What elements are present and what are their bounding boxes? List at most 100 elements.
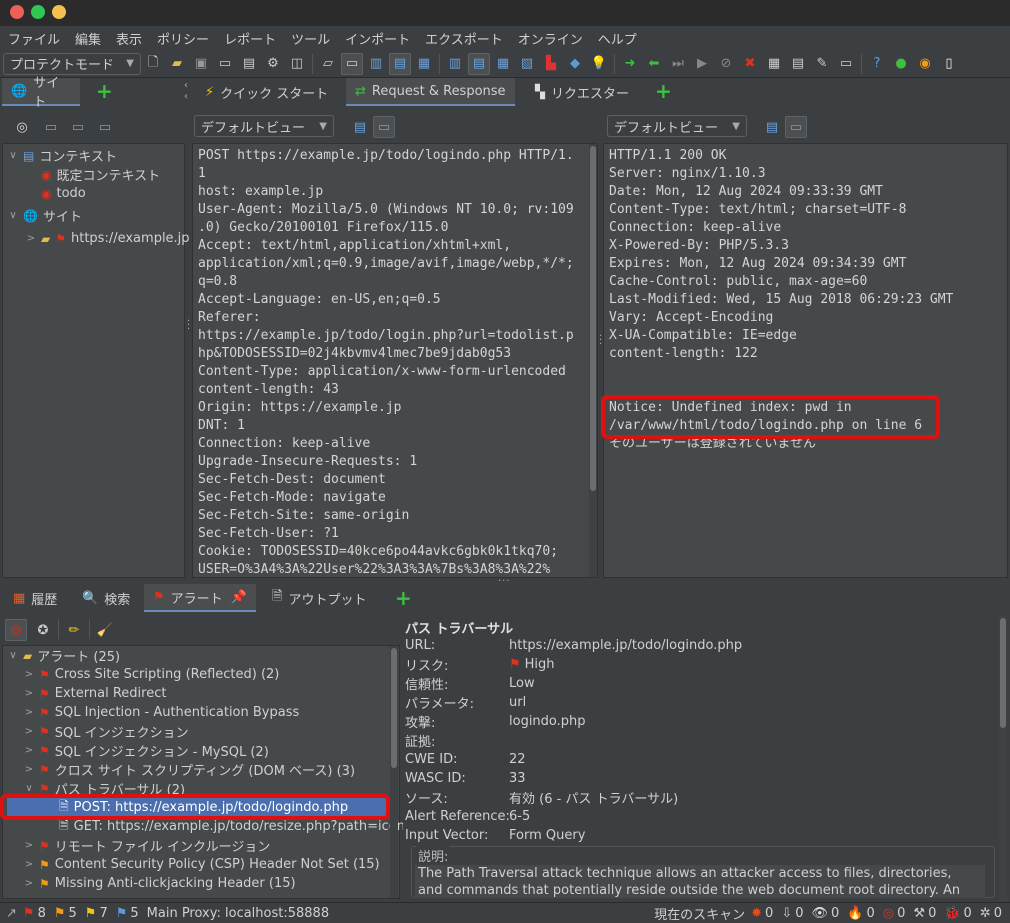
status-fuzzer[interactable]: 🔥 0 — [847, 906, 874, 921]
lightbulb-icon[interactable]: 💡 — [588, 53, 610, 75]
alerts-scroll-thumb[interactable] — [391, 648, 397, 768]
tab-history[interactable]: ▦ 履歴 — [4, 584, 66, 612]
view-tabs-icon[interactable]: ▥ — [444, 53, 466, 75]
status-active-scan[interactable]: ✹ 0 — [751, 906, 773, 921]
request-view-select[interactable]: デフォルトビュー ▼ — [194, 115, 334, 137]
menu-online[interactable]: オンライン — [518, 29, 583, 48]
alert-item-path-traversal[interactable]: ∨ ⚑ パス トラバーサル (2) — [23, 779, 185, 799]
alert-item[interactable]: > ⚑ SQL Injection - Authentication Bypass — [23, 703, 299, 722]
alerts-scrollbar[interactable] — [390, 646, 398, 898]
continue-icon[interactable]: ▶ — [691, 53, 713, 75]
globe-icon[interactable]: ● — [890, 53, 912, 75]
alert-item[interactable]: > ⚑ Cross Site Scripting (Reflected) (2) — [23, 665, 280, 684]
scope-icon[interactable]: ▙ — [540, 53, 562, 75]
new-session-icon[interactable]: 🗋 — [142, 53, 164, 75]
zoom-window-button[interactable] — [31, 5, 45, 19]
delete-alerts-icon[interactable]: 🧹 — [94, 619, 116, 641]
layout-icon[interactable]: ◫ — [286, 53, 308, 75]
status-bug[interactable]: 🐞 0 — [944, 906, 971, 921]
tab-quick-start[interactable]: ⚡ クイック スタート — [196, 78, 337, 106]
menu-import[interactable]: インポート — [345, 29, 410, 48]
status-medium-alerts[interactable]: ⚑ 5 — [54, 906, 77, 921]
tabs-layout-icon[interactable]: ▦ — [413, 53, 435, 75]
break-back-icon[interactable]: ⬅ — [643, 53, 665, 75]
drop-icon[interactable]: ⊘ — [715, 53, 737, 75]
alert-instance-get[interactable]: 🗎 GET: https://example.jp/todo/resize.php… — [59, 817, 405, 836]
splitter-handle-icon[interactable]: · · · — [599, 332, 602, 350]
menu-edit[interactable]: 編集 — [75, 29, 101, 48]
menu-file[interactable]: ファイル — [8, 29, 60, 48]
view-rows-icon[interactable]: ▧ — [516, 53, 538, 75]
remove-breakpoints-icon[interactable]: ✖ — [739, 53, 761, 75]
menu-export[interactable]: エクスポート — [425, 29, 503, 48]
edit-alert-icon[interactable]: ✏ — [63, 619, 85, 641]
expand-sites-icon[interactable]: ▱ — [317, 53, 339, 75]
notes-icon[interactable]: ▯ — [938, 53, 960, 75]
minimize-window-button[interactable] — [52, 5, 66, 19]
gear-icon[interactable]: ⚙ — [262, 53, 284, 75]
tab-sites[interactable]: 🌐 サイト — [2, 76, 80, 110]
alert-item[interactable]: > ⚑ Content Security Policy (CSP) Header N… — [23, 855, 380, 874]
mode-select[interactable]: プロテクトモード ▼ — [3, 52, 141, 75]
expand-info-icon[interactable]: ▭ — [341, 52, 363, 75]
tree-site-example[interactable]: > ▰ ⚑ https://example.jp — [25, 229, 190, 248]
menu-report[interactable]: レポート — [224, 29, 276, 48]
tree-todo-context[interactable]: ◉ todo — [41, 184, 86, 203]
full-layout-icon[interactable]: ▥ — [365, 53, 387, 75]
pin-icon[interactable]: 📌 — [231, 590, 247, 605]
open-session-icon[interactable]: ▰ — [166, 53, 188, 75]
add-main-tab-plus-icon[interactable]: + — [655, 81, 672, 101]
import-context-icon[interactable]: ▭ — [67, 116, 89, 138]
tree-contexts[interactable]: ∨ ▤ コンテキスト — [7, 146, 117, 166]
status-wand[interactable]: ⚒ 0 — [913, 906, 936, 921]
refresh-alerts-icon[interactable]: ✪ — [32, 619, 54, 641]
firefox-icon[interactable]: ◉ — [914, 53, 936, 75]
add-bottom-tab-plus-icon[interactable]: + — [395, 588, 412, 608]
menu-view[interactable]: 表示 — [116, 29, 142, 48]
new-context-icon[interactable]: ▭ — [40, 116, 62, 138]
alert-instance-post[interactable]: 🗎 POST: https://example.jp/todo/logindo.p… — [59, 798, 348, 817]
detail-value[interactable]: https://example.jp/todo/logindo.php — [509, 638, 742, 653]
horizontal-splitter-handle-icon[interactable]: ··· — [498, 576, 511, 587]
save-session-icon[interactable]: ▣ — [190, 53, 212, 75]
alert-item[interactable]: > ⚑ SQL インジェクション - MySQL (2) — [23, 741, 269, 761]
tab-requester[interactable]: ▚ リクエスター — [526, 78, 638, 106]
single-view-icon[interactable]: ▭ — [373, 116, 395, 138]
alert-item[interactable]: > ⚑ Missing Anti-clickjacking Header (15) — [23, 874, 296, 893]
add-tab-plus-icon[interactable]: + — [96, 81, 113, 101]
export-context-icon[interactable]: ▭ — [94, 116, 116, 138]
status-low-alerts[interactable]: ⚑ 7 — [85, 906, 108, 921]
detail-scroll-thumb[interactable] — [1000, 618, 1006, 728]
step-icon[interactable]: ⏭ — [667, 53, 689, 75]
alert-item[interactable]: > ⚑ クロス サイト スクリプティング (DOM ベース) (3) — [23, 760, 355, 780]
alerts-root[interactable]: ∨ ▰ アラート (25) — [7, 646, 120, 666]
close-window-button[interactable] — [10, 5, 24, 19]
tree-sites[interactable]: ∨ 🌐 サイト — [7, 206, 82, 226]
alert-item[interactable]: > ⚑ SQL インジェクション — [23, 722, 189, 742]
target-icon[interactable]: ◎ — [11, 116, 33, 138]
manual-request-icon[interactable]: ▭ — [835, 53, 857, 75]
response-view-select[interactable]: デフォルトビュー ▼ — [607, 115, 747, 137]
request-scroll-thumb[interactable] — [590, 146, 596, 491]
description-text[interactable]: The Path Traversal attack technique allo… — [415, 865, 985, 898]
request-text[interactable]: POST https://example.jp/todo/logindo.php… — [198, 147, 586, 575]
view-split-icon[interactable]: ▤ — [468, 52, 490, 75]
detail-scrollbar[interactable] — [999, 616, 1007, 901]
spider-icon[interactable]: ✎ — [811, 53, 833, 75]
menu-help[interactable]: ヘルプ — [598, 29, 637, 48]
split-view-icon[interactable]: ▤ — [761, 116, 783, 138]
hud-icon[interactable]: ◆ — [564, 53, 586, 75]
view-columns-icon[interactable]: ▦ — [492, 53, 514, 75]
tab-alerts[interactable]: ⚑ アラート 📌 — [144, 584, 256, 612]
status-high-alerts[interactable]: ⚑ 8 — [23, 906, 46, 921]
break-forward-icon[interactable]: ➜ — [619, 53, 641, 75]
scan-policy-icon[interactable]: ▤ — [787, 53, 809, 75]
properties-icon[interactable]: ▤ — [238, 53, 260, 75]
encode-decode-icon[interactable]: ▦ — [763, 53, 785, 75]
single-view-icon[interactable]: ▭ — [785, 116, 807, 138]
alert-item[interactable]: > ⚑ External Redirect — [23, 684, 167, 703]
tab-request-response[interactable]: ⇄ Request & Response — [346, 78, 515, 106]
status-ajax[interactable]: ✲ 0 — [980, 906, 1002, 921]
tree-default-context[interactable]: ◉ 既定コンテキスト — [41, 165, 160, 185]
scope-target-icon[interactable]: ◎ — [5, 619, 27, 641]
